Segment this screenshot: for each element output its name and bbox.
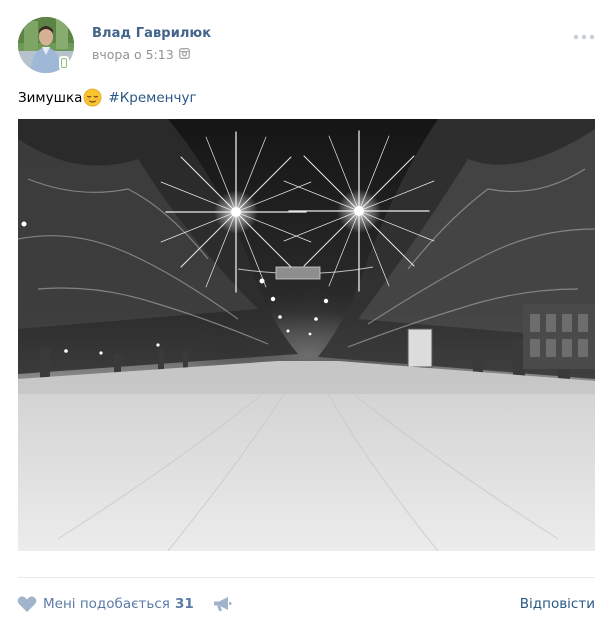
megaphone-icon[interactable] <box>213 596 232 612</box>
post-text-body: Зимушка <box>18 89 83 106</box>
reply-link[interactable]: Відповісти <box>520 596 595 612</box>
post-text: Зимушка #Кременчуг <box>18 88 197 107</box>
wall-post: Влад Гаврилюк вчора о 5:13 Зимушка #Крем… <box>0 0 610 621</box>
author-name[interactable]: Влад Гаврилюк <box>92 26 211 41</box>
post-photo[interactable] <box>18 119 595 551</box>
heart-icon[interactable] <box>17 595 37 613</box>
instagram-icon <box>179 48 190 59</box>
night-winter-street-image <box>18 119 595 551</box>
like-count[interactable]: 31 <box>175 596 194 612</box>
like-button[interactable]: Мені подобається <box>43 596 170 612</box>
hashtag-link[interactable]: #Кременчуг <box>108 90 196 106</box>
more-options-icon[interactable] <box>573 33 595 41</box>
relieved-face-emoji-icon <box>83 88 102 107</box>
mobile-online-icon <box>59 56 69 70</box>
actions-divider <box>18 577 595 578</box>
post-time[interactable]: вчора о 5:13 <box>92 47 174 62</box>
